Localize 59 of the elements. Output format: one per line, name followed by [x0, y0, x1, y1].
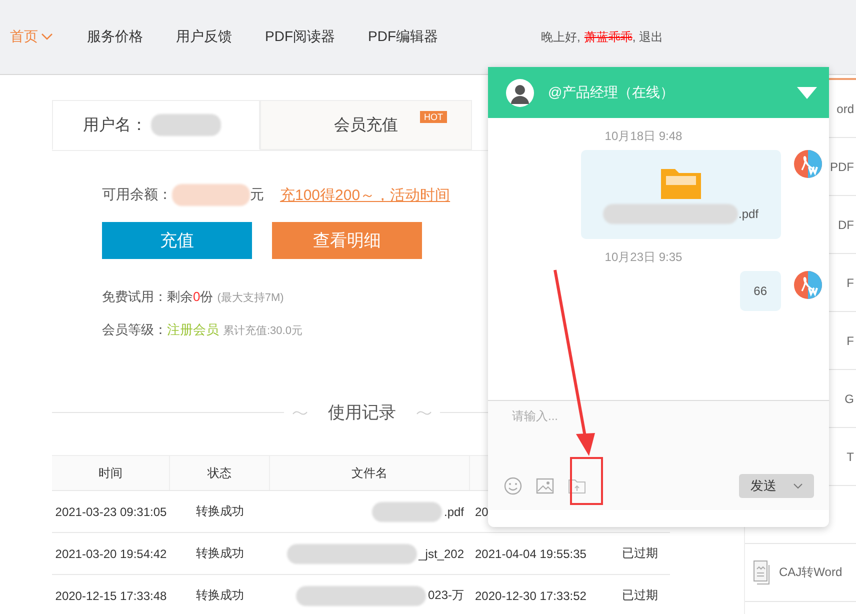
table-cell: 已过期 [622, 545, 658, 562]
text-message: 66 [740, 271, 781, 311]
column-header: 状态 [170, 456, 270, 490]
wave-ornament-icon [292, 410, 308, 416]
folder-upload-icon[interactable] [568, 478, 586, 494]
send-button[interactable]: 发送 [739, 474, 814, 498]
highlight-box [570, 457, 603, 505]
message-time: 10月23日 9:35 [604, 249, 684, 266]
member-level: 注册会员 [167, 321, 219, 339]
table-cell-text: 2021-03-23 09:31:05 [54, 504, 168, 520]
trial-info: 免费试用：剩余0份 [102, 288, 214, 306]
table-cell-text: 2021-03-20 19:54:42 [54, 546, 168, 562]
chevron-down-icon [41, 33, 53, 41]
username-link[interactable]: 萧蓝乖乖 [584, 28, 632, 46]
table-cell-text: 转换成功 [195, 503, 245, 520]
table-cell: 023-万 [428, 587, 464, 604]
table-cell: .pdf [444, 504, 464, 518]
total-recharge: 累计充值:30.0元 [223, 324, 302, 338]
account-tab[interactable]: 会员充值 HOT [260, 100, 472, 150]
table-cell-text: 转换成功 [195, 587, 245, 604]
blurred-text [372, 502, 442, 522]
table-cell: _jst_202 [418, 546, 464, 560]
balance-label: 可用余额： [102, 186, 172, 204]
section-title: 使用记录 [328, 402, 396, 424]
wave-ornament-icon [416, 410, 432, 416]
balance-unit: 元 [250, 186, 264, 204]
image-icon[interactable] [536, 477, 554, 495]
level-label: 会员等级： [102, 321, 167, 339]
table-cell: 已过期 [622, 587, 658, 604]
caret-icon [792, 483, 802, 489]
nav-link[interactable]: PDF阅读器 [265, 28, 335, 46]
account-tab[interactable]: 用户名： [52, 100, 260, 150]
nav-link[interactable]: PDF编辑器 [368, 28, 438, 46]
emoji-icon[interactable] [504, 477, 522, 495]
avatar-icon [506, 78, 534, 106]
file-message[interactable]: .pdf [581, 150, 781, 239]
collapse-icon[interactable] [797, 86, 817, 98]
document-icon [753, 560, 771, 586]
table-cell: 2021-04-04 19:55:35 [475, 546, 586, 560]
file-name: .pdf [738, 206, 758, 220]
nav-link[interactable]: 服务价格 [87, 28, 143, 46]
user-avatar-icon [794, 150, 822, 178]
logout-link[interactable]: , 退出 [632, 28, 664, 46]
column-header: 时间 [52, 456, 170, 490]
table-cell-text: 转换成功 [195, 545, 245, 562]
greeting-text: 晚上好, [541, 28, 580, 46]
table-cell: 2020-12-30 17:33:52 [475, 588, 586, 602]
column-header: 文件名 [270, 456, 470, 490]
table-cell-text: 2020-12-15 17:33:48 [54, 588, 168, 604]
table-cell: 20 [475, 504, 488, 518]
tool-link[interactable]: CAJ转Word [779, 564, 842, 581]
message-input[interactable]: 请输入... [488, 403, 829, 429]
message-time: 10月18日 9:48 [604, 128, 684, 145]
hot-badge: HOT [420, 111, 447, 123]
trial-note: (最大支持7M) [217, 290, 284, 304]
chat-title: @产品经理（在线） [548, 84, 676, 102]
blurred-text [151, 114, 221, 136]
user-avatar-icon [794, 271, 822, 299]
nav-link[interactable]: 用户反馈 [176, 28, 232, 46]
